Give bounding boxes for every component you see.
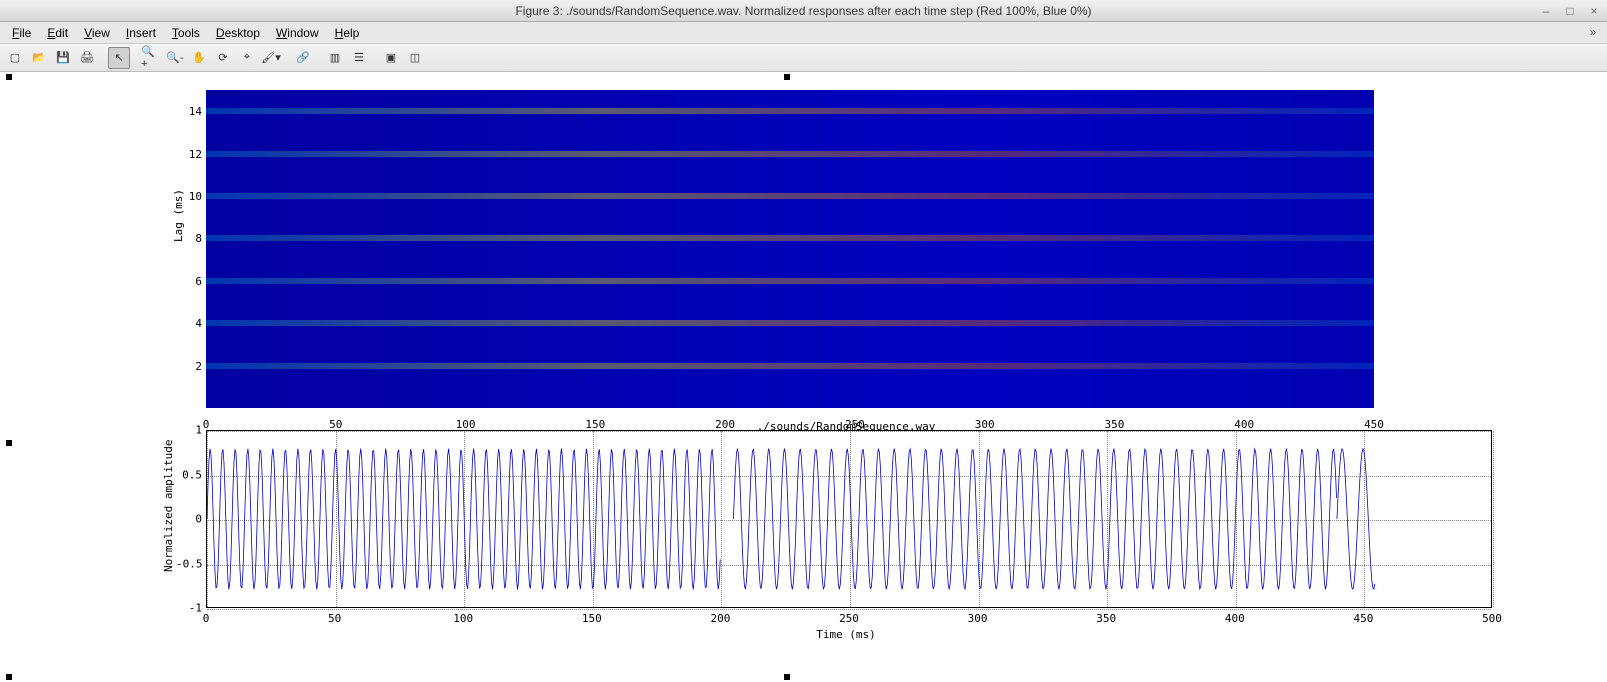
figure-canvas[interactable]: Lag (ms) 2468101214 05010015020025030035… (0, 72, 1607, 682)
edit-plot-icon[interactable]: ↖ (108, 47, 130, 69)
chart2-xtick: 350 (1096, 612, 1116, 625)
chart2-xtick: 0 (203, 612, 210, 625)
open-icon[interactable]: 📂 (28, 47, 50, 69)
save-icon[interactable]: 💾 (52, 47, 74, 69)
chart2-xtick: 150 (582, 612, 602, 625)
chart1-ytick: 10 (188, 190, 202, 203)
minimize-button[interactable]: – (1537, 4, 1555, 18)
menu-file[interactable]: File (4, 24, 39, 42)
selection-handle[interactable] (784, 674, 790, 680)
chart2-ytick: 0 (176, 513, 202, 526)
chart2-xtick: 50 (328, 612, 341, 625)
menu-view[interactable]: View (76, 24, 118, 42)
chart1-ytick: 12 (188, 148, 202, 161)
menu-edit[interactable]: Edit (39, 24, 76, 42)
chart2-xlabel: Time (ms) (816, 628, 876, 641)
selection-handle[interactable] (6, 440, 12, 446)
chart-waveform[interactable] (206, 430, 1492, 608)
chart1-ytick: 6 (188, 275, 202, 288)
new-figure-icon[interactable]: ▢ (4, 47, 26, 69)
zoom-out-icon[interactable]: 🔍- (164, 47, 186, 69)
menu-tools[interactable]: Tools (164, 24, 208, 42)
chart1-ytick: 4 (188, 317, 202, 330)
chart2-ytick: 0.5 (176, 468, 202, 481)
print-icon[interactable]: 🖨 (76, 47, 98, 69)
link-icon[interactable]: 🔗 (292, 47, 314, 69)
maximize-button[interactable]: □ (1561, 4, 1579, 18)
pan-icon[interactable]: ✋ (188, 47, 210, 69)
selection-handle[interactable] (6, 674, 12, 680)
chart1-ytick: 8 (188, 232, 202, 245)
chart2-xtick: 400 (1225, 612, 1245, 625)
window-title: Figure 3: ./sounds/RandomSequence.wav. N… (515, 4, 1091, 18)
chart2-xtick: 100 (453, 612, 473, 625)
chart2-xtick: 200 (710, 612, 730, 625)
show-plot-tools-icon[interactable]: ◫ (404, 47, 426, 69)
menu-insert[interactable]: Insert (118, 24, 164, 42)
chart2-ylabel: Normalized amplitude (162, 440, 175, 572)
brush-icon[interactable]: 🖌▾ (260, 47, 282, 69)
data-cursor-icon[interactable]: ⌖ (236, 47, 258, 69)
chart1-ytick: 2 (188, 360, 202, 373)
chart2-xtick: 450 (1353, 612, 1373, 625)
chart1-ytick: 14 (188, 105, 202, 118)
chart2-ytick: -1 (176, 602, 202, 615)
chart-heatmap[interactable] (206, 90, 1374, 408)
legend-icon[interactable]: ☰ (348, 47, 370, 69)
toolbar: ▢📂💾🖨 ↖ 🔍+🔍-✋⟳⌖🖌▾ 🔗 ▥☰ ▣◫ (0, 44, 1607, 72)
colorbar-icon[interactable]: ▥ (324, 47, 346, 69)
figure-toolbar-chevron-icon[interactable]: » (1583, 22, 1603, 42)
zoom-in-icon[interactable]: 🔍+ (140, 47, 162, 69)
chart2-xtick: 500 (1482, 612, 1502, 625)
menu-desktop[interactable]: Desktop (208, 24, 268, 42)
selection-handle[interactable] (6, 74, 12, 80)
window-titlebar: Figure 3: ./sounds/RandomSequence.wav. N… (0, 0, 1607, 22)
chart2-xtick: 250 (839, 612, 859, 625)
hide-plot-tools-icon[interactable]: ▣ (380, 47, 402, 69)
menubar: FileEditViewInsertToolsDesktopWindowHelp (0, 22, 1607, 44)
selection-handle[interactable] (784, 74, 790, 80)
menu-window[interactable]: Window (268, 24, 327, 42)
chart1-ylabel: Lag (ms) (172, 189, 185, 242)
chart2-ytick: 1 (176, 424, 202, 437)
chart2-xtick: 300 (968, 612, 988, 625)
menu-help[interactable]: Help (327, 24, 368, 42)
chart2-ytick: -0.5 (176, 557, 202, 570)
rotate3d-icon[interactable]: ⟳ (212, 47, 234, 69)
close-button[interactable]: × (1585, 4, 1603, 18)
